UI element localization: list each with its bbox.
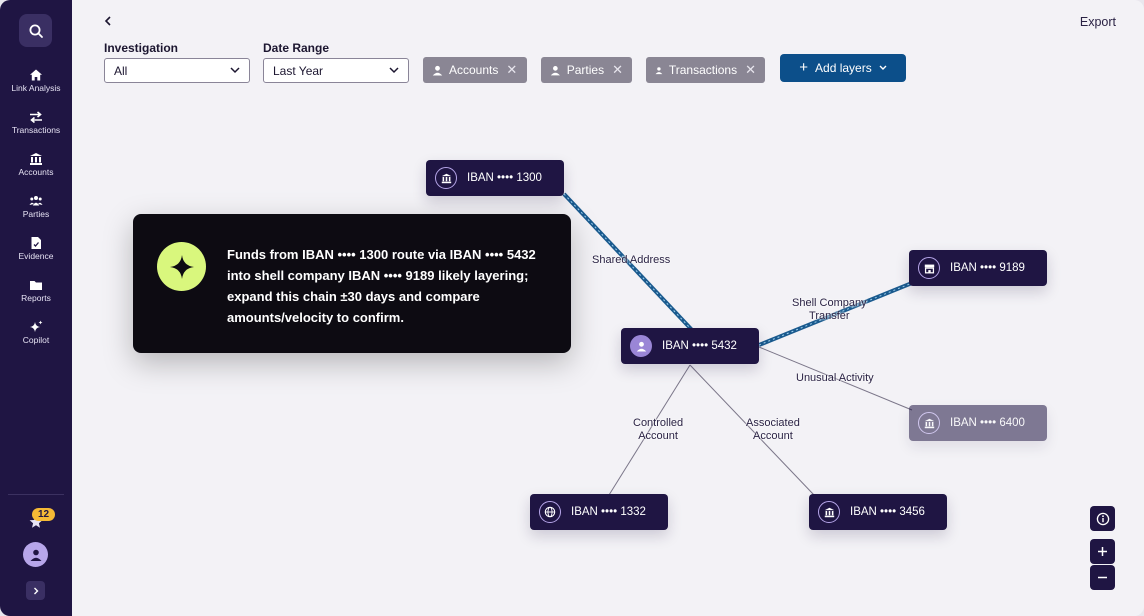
edge-label-associated-account: Associated Account [746,417,800,442]
sidebar-item-label: Parties [22,209,50,219]
user-icon [30,549,41,561]
edge-label-shell-company-transfer: Shell Company Transfer [792,297,867,322]
bank-icon [818,501,840,523]
zoom-in-button[interactable] [1090,539,1115,564]
copilot-insight-text: Funds from IBAN •••• 1300 route via IBAN… [227,247,536,325]
storefront-icon [918,257,940,279]
sidebar-item-label: Accounts [18,167,54,177]
node-iban-3456[interactable]: IBAN •••• 3456 [809,494,947,530]
transfer-arrows-icon [30,111,42,124]
node-iban-1300[interactable]: IBAN •••• 1300 [426,160,564,196]
node-label: IBAN •••• 9189 [950,262,1025,274]
link-analysis-canvas: Export Investigation All Date Range Last… [72,0,1144,616]
search-button[interactable] [19,14,52,47]
node-iban-1332[interactable]: IBAN •••• 1332 [530,494,668,530]
bank-icon [918,412,940,434]
sidebar-item-transactions[interactable]: Transactions [0,108,72,150]
chevron-right-icon [33,587,38,594]
sidebar-item-parties[interactable]: Parties [0,192,72,234]
expand-sidebar-button[interactable] [26,581,45,600]
sidebar-divider [8,494,64,495]
node-label: IBAN •••• 3456 [850,506,925,518]
edge-label-controlled-account: Controlled Account [633,417,684,442]
user-icon [630,335,652,357]
node-label: IBAN •••• 1300 [467,172,542,184]
info-icon [1096,512,1109,525]
plus-icon [1098,547,1107,556]
node-iban-6400[interactable]: IBAN •••• 6400 [909,405,1047,441]
bank-icon [30,153,42,165]
favorites-button[interactable]: 12 [27,508,57,530]
notification-badge: 12 [32,508,56,521]
home-icon [30,69,42,81]
node-label: IBAN •••• 5432 [662,340,737,352]
search-icon [29,24,43,38]
sidebar-item-label: Link Analysis [11,83,61,93]
minus-icon [1098,576,1107,579]
info-button[interactable] [1090,506,1115,531]
bank-icon [435,167,457,189]
sidebar-item-copilot[interactable]: Copilot [0,318,72,360]
user-avatar[interactable] [23,542,48,567]
sidebar-item-label: Reports [21,293,51,303]
sidebar-item-label: Copilot [22,335,50,345]
node-label: IBAN •••• 1332 [571,506,646,518]
document-icon [31,237,41,249]
sparkle-icon [157,242,206,291]
sparkle-icon [30,320,43,332]
folder-icon [30,281,42,290]
globe-icon [539,501,561,523]
app-window: Link Analysis Transactions Accounts Part… [0,0,1144,616]
sidebar-item-reports[interactable]: Reports [0,276,72,318]
edge-label-shared-address: Shared Address [592,254,671,266]
sidebar-item-link-analysis[interactable]: Link Analysis [0,66,72,108]
sidebar-item-evidence[interactable]: Evidence [0,234,72,276]
copilot-insight-card: Funds from IBAN •••• 1300 route via IBAN… [133,214,571,353]
sidebar-item-label: Evidence [18,251,54,261]
group-icon [29,196,43,206]
sidebar: Link Analysis Transactions Accounts Part… [0,0,72,616]
edge-label-unusual-activity: Unusual Activity [796,372,874,384]
node-label: IBAN •••• 6400 [950,417,1025,429]
node-iban-5432[interactable]: IBAN •••• 5432 [621,328,759,364]
zoom-out-button[interactable] [1090,565,1115,590]
node-iban-9189[interactable]: IBAN •••• 9189 [909,250,1047,286]
sidebar-item-label: Transactions [11,125,61,135]
sidebar-item-accounts[interactable]: Accounts [0,150,72,192]
sidebar-nav: Link Analysis Transactions Accounts Part… [0,66,72,360]
